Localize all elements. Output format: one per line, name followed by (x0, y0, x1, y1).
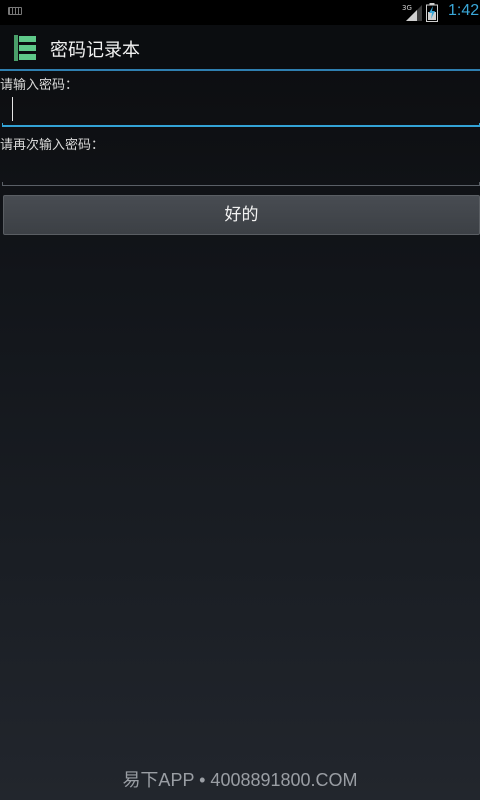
watermark: 易下APP • 4008891800.COM (122, 770, 358, 790)
password-input-underline (2, 123, 480, 127)
confirm-password-underline (2, 182, 480, 186)
status-time: 1:42 (448, 2, 480, 19)
text-cursor (12, 97, 13, 121)
confirm-password-input[interactable] (0, 142, 480, 188)
battery-charging-icon (426, 3, 438, 22)
app-title: 密码记录本 (50, 40, 140, 61)
ok-button[interactable]: 好的 (3, 195, 480, 235)
action-bar: 密码记录本 (0, 25, 480, 71)
signal-icon: 3G (402, 4, 422, 21)
status-bar: 3G 1:42 (0, 0, 480, 25)
notebook-app-icon[interactable] (12, 34, 40, 62)
svg-text:3G: 3G (402, 4, 412, 12)
keyboard-icon (8, 7, 22, 15)
password-input[interactable] (0, 84, 480, 130)
